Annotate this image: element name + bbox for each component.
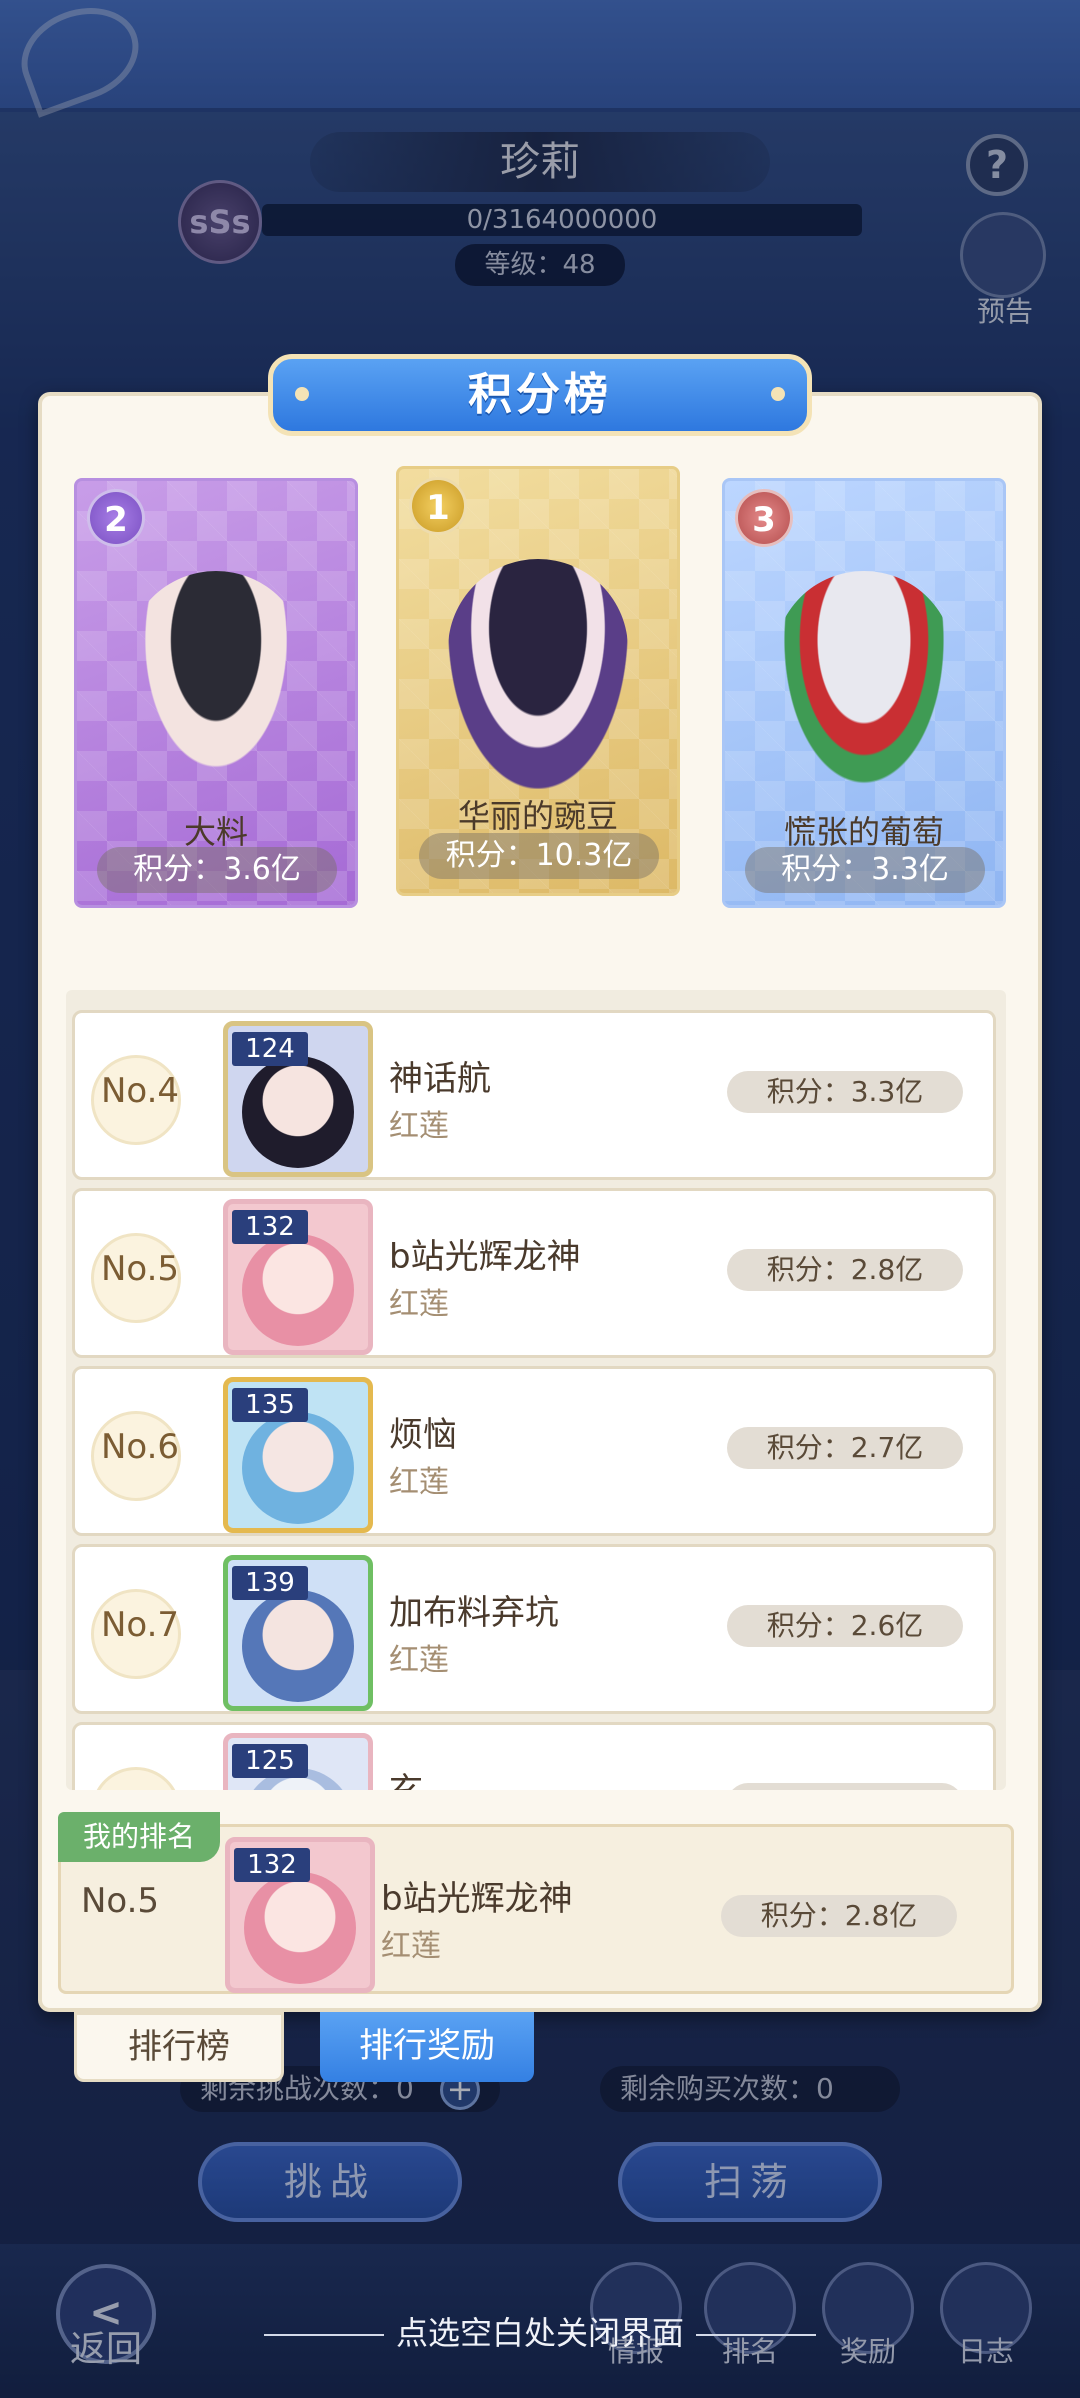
- player-avatar[interactable]: 132: [223, 1199, 373, 1355]
- my-level: 132: [234, 1848, 310, 1882]
- player-level: 125: [232, 1744, 308, 1778]
- ranking-list[interactable]: No.4 124 神话航 红莲 积分：3.3亿 No.5 132 b站光辉龙神 …: [66, 990, 1006, 1790]
- avatar-face: [242, 1056, 354, 1168]
- player-name: 玄: [389, 1763, 423, 1790]
- list-item[interactable]: No.6 135 烦恼 红莲 积分：2.7亿: [72, 1366, 996, 1536]
- my-guild: 红莲: [381, 1929, 441, 1964]
- avatar-face: [244, 1872, 356, 1984]
- title-right-dot-icon: [771, 387, 785, 401]
- tab-leaderboard[interactable]: 排行榜: [74, 2012, 284, 2082]
- player-name: 神话航: [389, 1059, 491, 1099]
- player-name: 烦恼: [389, 1415, 457, 1455]
- player-avatar[interactable]: 124: [223, 1021, 373, 1177]
- my-rank-tag: 我的排名: [58, 1812, 220, 1862]
- player-level: 135: [232, 1388, 308, 1422]
- player-avatar: [126, 571, 306, 801]
- rank-number: No.4: [100, 1071, 180, 1111]
- player-name: b站光辉龙神: [389, 1237, 581, 1277]
- leaderboard-title: 积分榜: [268, 354, 812, 436]
- player-avatar: [448, 559, 628, 789]
- guild-name: 红莲: [389, 1465, 449, 1500]
- avatar-face: [242, 1590, 354, 1702]
- rank-number: No.7: [100, 1605, 180, 1645]
- avatar-face: [242, 1412, 354, 1524]
- hint-left-line: [263, 2334, 384, 2336]
- player-name: 加布料弃坑: [389, 1593, 559, 1633]
- player-score: 积分：2.6亿: [727, 1605, 963, 1647]
- panel-title-text: 积分榜: [468, 369, 612, 420]
- podium-name: 华丽的豌豆: [457, 797, 618, 835]
- medal-silver-icon: 2: [87, 489, 145, 547]
- hint-right-line: [696, 2334, 816, 2336]
- player-avatar: [774, 571, 954, 801]
- guild-name: 红莲: [389, 1287, 449, 1322]
- podium-card-3[interactable]: 3 慌张的葡萄 积分：3.3亿: [722, 478, 1006, 908]
- list-item[interactable]: No.7 139 加布料弃坑 红莲 积分：2.6亿: [72, 1544, 996, 1714]
- my-name: b站光辉龙神: [381, 1879, 573, 1919]
- player-score: 积分：3.3亿: [727, 1071, 963, 1113]
- close-hint-text: 点选空白处关闭界面: [395, 2314, 684, 2352]
- player-score: [727, 1783, 963, 1790]
- podium-card-1[interactable]: 1 华丽的豌豆 积分：10.3亿: [396, 466, 680, 896]
- player-avatar[interactable]: 125: [223, 1733, 373, 1790]
- avatar-face: [242, 1234, 354, 1346]
- player-score: 积分：2.7亿: [727, 1427, 963, 1469]
- player-avatar[interactable]: 135: [223, 1377, 373, 1533]
- player-level: 124: [232, 1032, 308, 1066]
- tab-rank-rewards[interactable]: 排行奖励: [320, 2012, 534, 2082]
- player-level: 132: [232, 1210, 308, 1244]
- list-item[interactable]: No.5 132 b站光辉龙神 红莲 积分：2.8亿: [72, 1188, 996, 1358]
- guild-name: 红莲: [389, 1643, 449, 1678]
- podium-card-2[interactable]: 2 大料 积分：3.6亿: [74, 478, 358, 908]
- podium-score: 积分：10.3亿: [419, 833, 659, 879]
- player-level: 139: [232, 1566, 308, 1600]
- medal-bronze-icon: 3: [735, 489, 793, 547]
- medal-gold-icon: 1: [409, 477, 467, 535]
- my-score: 积分：2.8亿: [721, 1895, 957, 1937]
- player-avatar[interactable]: 139: [223, 1555, 373, 1711]
- list-item[interactable]: 125 玄: [72, 1722, 996, 1790]
- my-avatar[interactable]: 132: [225, 1837, 375, 1993]
- player-score: 积分：2.8亿: [727, 1249, 963, 1291]
- rank-number: No.5: [100, 1249, 180, 1289]
- my-rank-number: No.5: [80, 1881, 160, 1921]
- rank-number: No.6: [100, 1427, 180, 1467]
- close-hint: 点选空白处关闭界面: [0, 2308, 1080, 2354]
- podium-score: 积分：3.3亿: [745, 847, 985, 893]
- rank-circle-icon: [91, 1767, 181, 1790]
- guild-name: 红莲: [389, 1109, 449, 1144]
- title-left-dot-icon: [295, 387, 309, 401]
- podium-score: 积分：3.6亿: [97, 847, 337, 893]
- list-item[interactable]: No.4 124 神话航 红莲 积分：3.3亿: [72, 1010, 996, 1180]
